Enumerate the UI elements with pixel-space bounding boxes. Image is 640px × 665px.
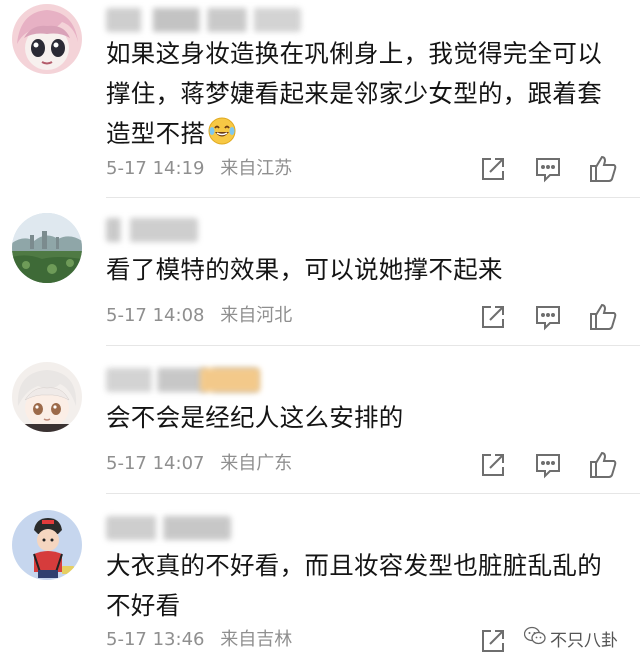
username-blurred[interactable] xyxy=(106,8,301,32)
reply-comment-icon[interactable] xyxy=(533,154,563,184)
anime-boy-avatar-icon xyxy=(12,362,82,432)
comment-date: 5-17 xyxy=(106,158,147,179)
thumbs-up-icon[interactable] xyxy=(588,450,618,480)
comment-location: 来自河北 xyxy=(220,305,293,326)
share-icon[interactable] xyxy=(478,626,508,656)
user-badge xyxy=(200,368,260,392)
reply-comment-icon[interactable] xyxy=(533,450,563,480)
comment-time: 14:08 xyxy=(152,305,205,326)
comment-meta: 5-17 14:07 来自广东 xyxy=(106,452,292,476)
watermark: 不只八卦 xyxy=(523,626,618,651)
comment-item: 如果这身妆造换在巩俐身上，我觉得完全可以撑住，蒋梦婕看起来是邻家少女型的，跟着套… xyxy=(0,0,640,198)
comment-time: 14:19 xyxy=(152,158,205,179)
comment-item: 看了模特的效果，可以说她撑不起来 5-17 14:08 来自河北 xyxy=(0,198,640,346)
thumbs-up-icon[interactable] xyxy=(588,154,618,184)
cartoon-boy-avatar-icon xyxy=(12,510,82,580)
cartoon-girl-avatar-icon xyxy=(12,4,82,74)
watermark-text: 不只八卦 xyxy=(550,631,618,651)
share-icon[interactable] xyxy=(478,154,508,184)
reply-comment-icon[interactable] xyxy=(533,302,563,332)
comment-location: 来自江苏 xyxy=(220,158,293,179)
comment-meta: 5-17 14:08 来自河北 xyxy=(106,304,292,328)
comment-text: 如果这身妆造换在巩俐身上，我觉得完全可以撑住，蒋梦婕看起来是邻家少女型的，跟着套… xyxy=(106,34,618,158)
comment-text: 会不会是经纪人这么安排的 xyxy=(106,403,404,432)
avatar[interactable] xyxy=(12,4,82,74)
laughing-tears-emoji-icon xyxy=(207,116,237,158)
wechat-logo-icon xyxy=(523,626,546,651)
avatar[interactable] xyxy=(12,510,82,580)
comment-item: 会不会是经纪人这么安排的 5-17 14:07 来自广东 xyxy=(0,346,640,493)
comment-meta: 5-17 14:19 来自江苏 xyxy=(106,157,292,181)
thumbs-up-icon[interactable] xyxy=(588,302,618,332)
avatar[interactable] xyxy=(12,213,82,283)
comment-date: 5-17 xyxy=(106,305,147,326)
comment-date: 5-17 xyxy=(106,453,147,474)
comment-actions xyxy=(478,154,618,184)
comment-text: 看了模特的效果，可以说她撑不起来 xyxy=(106,255,503,284)
landscape-photo-avatar-icon xyxy=(12,213,82,283)
comment-time: 13:46 xyxy=(152,629,205,650)
username-blurred[interactable] xyxy=(106,516,231,540)
comment-date: 5-17 xyxy=(106,629,147,650)
comment-time: 14:07 xyxy=(152,453,205,474)
username-blurred[interactable] xyxy=(106,218,198,242)
share-icon[interactable] xyxy=(478,450,508,480)
comment-location: 来自广东 xyxy=(220,453,293,474)
comment-location: 来自吉林 xyxy=(220,629,293,650)
share-icon[interactable] xyxy=(478,302,508,332)
comment-text: 大衣真的不好看，而且妆容发型也脏脏乱乱的不好看 xyxy=(106,551,602,620)
comment-meta: 5-17 13:46 来自吉林 xyxy=(106,628,292,652)
avatar[interactable] xyxy=(12,362,82,432)
comment-actions xyxy=(478,302,618,332)
comment-actions xyxy=(478,450,618,480)
